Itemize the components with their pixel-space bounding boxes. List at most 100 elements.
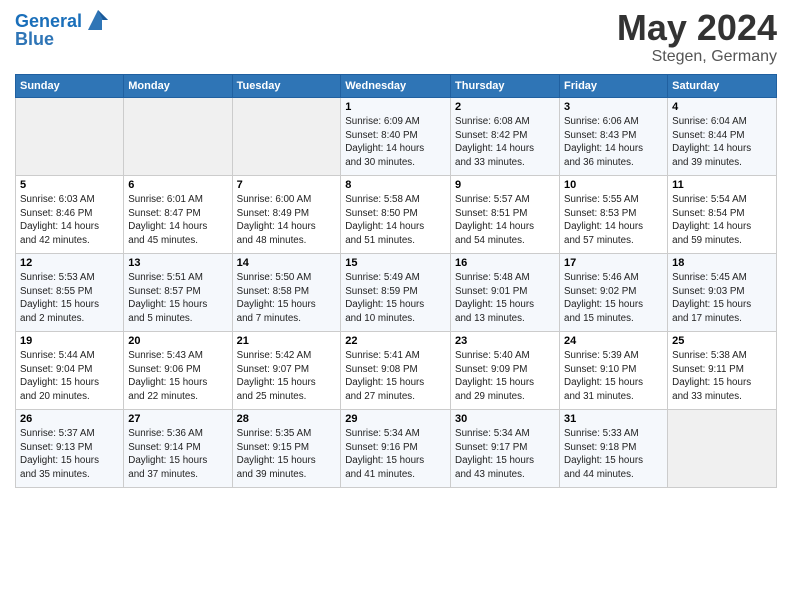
- calendar-cell: 3 Sunrise: 6:06 AM Sunset: 8:43 PM Daylig…: [560, 98, 668, 176]
- day-info: Sunrise: 5:44 AM Sunset: 9:04 PM Dayligh…: [20, 349, 119, 404]
- day-info: Sunrise: 6:01 AM Sunset: 8:47 PM Dayligh…: [128, 193, 227, 248]
- calendar-cell: 22 Sunrise: 5:41 AM Sunset: 9:08 PM Dayli…: [341, 332, 451, 410]
- day-number: 13: [128, 257, 227, 269]
- calendar-cell: 26 Sunrise: 5:37 AM Sunset: 9:13 PM Dayli…: [16, 410, 124, 488]
- weekday-header: Monday: [124, 75, 232, 98]
- day-info: Sunrise: 5:46 AM Sunset: 9:02 PM Dayligh…: [564, 271, 663, 326]
- calendar-cell: 12 Sunrise: 5:53 AM Sunset: 8:55 PM Dayli…: [16, 254, 124, 332]
- day-number: 22: [345, 335, 446, 347]
- weekday-header: Saturday: [668, 75, 777, 98]
- day-number: 12: [20, 257, 119, 269]
- day-number: 20: [128, 335, 227, 347]
- day-info: Sunrise: 6:00 AM Sunset: 8:49 PM Dayligh…: [237, 193, 337, 248]
- day-info: Sunrise: 5:45 AM Sunset: 9:03 PM Dayligh…: [672, 271, 772, 326]
- calendar-cell: 7 Sunrise: 6:00 AM Sunset: 8:49 PM Daylig…: [232, 176, 341, 254]
- day-number: 3: [564, 101, 663, 113]
- day-number: 11: [672, 179, 772, 191]
- day-number: 16: [455, 257, 555, 269]
- day-number: 1: [345, 101, 446, 113]
- day-number: 7: [237, 179, 337, 191]
- calendar-week-row: 12 Sunrise: 5:53 AM Sunset: 8:55 PM Dayli…: [16, 254, 777, 332]
- day-info: Sunrise: 5:34 AM Sunset: 9:17 PM Dayligh…: [455, 427, 555, 482]
- day-number: 21: [237, 335, 337, 347]
- calendar-week-row: 5 Sunrise: 6:03 AM Sunset: 8:46 PM Daylig…: [16, 176, 777, 254]
- day-info: Sunrise: 5:54 AM Sunset: 8:54 PM Dayligh…: [672, 193, 772, 248]
- day-info: Sunrise: 5:37 AM Sunset: 9:13 PM Dayligh…: [20, 427, 119, 482]
- weekday-header: Friday: [560, 75, 668, 98]
- day-info: Sunrise: 6:03 AM Sunset: 8:46 PM Dayligh…: [20, 193, 119, 248]
- day-number: 31: [564, 413, 663, 425]
- calendar-cell: 2Sunrise: 6:08 AM Sunset: 8:42 PM Daylig…: [451, 98, 560, 176]
- weekday-header: Thursday: [451, 75, 560, 98]
- calendar-cell: 14 Sunrise: 5:50 AM Sunset: 8:58 PM Dayli…: [232, 254, 341, 332]
- day-number: 10: [564, 179, 663, 191]
- day-number: 5: [20, 179, 119, 191]
- page-container: General Blue May 2024 Stegen, Germany Su…: [0, 0, 792, 498]
- calendar-cell: 19 Sunrise: 5:44 AM Sunset: 9:04 PM Dayli…: [16, 332, 124, 410]
- calendar-cell: 4 Sunrise: 6:04 AM Sunset: 8:44 PM Daylig…: [668, 98, 777, 176]
- day-number: 25: [672, 335, 772, 347]
- calendar-cell: [232, 98, 341, 176]
- weekday-header-row: SundayMondayTuesdayWednesdayThursdayFrid…: [16, 75, 777, 98]
- weekday-header: Wednesday: [341, 75, 451, 98]
- day-info: Sunrise: 5:50 AM Sunset: 8:58 PM Dayligh…: [237, 271, 337, 326]
- calendar-week-row: 26 Sunrise: 5:37 AM Sunset: 9:13 PM Dayli…: [16, 410, 777, 488]
- calendar-cell: 24Sunrise: 5:39 AM Sunset: 9:10 PM Dayli…: [560, 332, 668, 410]
- calendar-cell: 11 Sunrise: 5:54 AM Sunset: 8:54 PM Dayli…: [668, 176, 777, 254]
- calendar-cell: 25Sunrise: 5:38 AM Sunset: 9:11 PM Dayli…: [668, 332, 777, 410]
- day-number: 14: [237, 257, 337, 269]
- location-subtitle: Stegen, Germany: [617, 48, 777, 66]
- day-info: Sunrise: 5:42 AM Sunset: 9:07 PM Dayligh…: [237, 349, 337, 404]
- calendar-week-row: 19 Sunrise: 5:44 AM Sunset: 9:04 PM Dayli…: [16, 332, 777, 410]
- day-number: 19: [20, 335, 119, 347]
- day-info: Sunrise: 6:06 AM Sunset: 8:43 PM Dayligh…: [564, 115, 663, 170]
- day-number: 6: [128, 179, 227, 191]
- day-number: 29: [345, 413, 446, 425]
- logo-blue: Blue: [15, 30, 54, 50]
- day-info: Sunrise: 5:34 AM Sunset: 9:16 PM Dayligh…: [345, 427, 446, 482]
- calendar-cell: 23 Sunrise: 5:40 AM Sunset: 9:09 PM Dayli…: [451, 332, 560, 410]
- day-info: Sunrise: 5:48 AM Sunset: 9:01 PM Dayligh…: [455, 271, 555, 326]
- day-number: 15: [345, 257, 446, 269]
- day-number: 27: [128, 413, 227, 425]
- calendar-cell: 17 Sunrise: 5:46 AM Sunset: 9:02 PM Dayli…: [560, 254, 668, 332]
- day-number: 8: [345, 179, 446, 191]
- logo-icon: [84, 6, 112, 34]
- calendar-cell: 9Sunrise: 5:57 AM Sunset: 8:51 PM Daylig…: [451, 176, 560, 254]
- logo: General Blue: [15, 10, 112, 50]
- calendar-week-row: 1 Sunrise: 6:09 AM Sunset: 8:40 PM Daylig…: [16, 98, 777, 176]
- day-number: 4: [672, 101, 772, 113]
- day-info: Sunrise: 5:41 AM Sunset: 9:08 PM Dayligh…: [345, 349, 446, 404]
- day-info: Sunrise: 5:35 AM Sunset: 9:15 PM Dayligh…: [237, 427, 337, 482]
- day-number: 2: [455, 101, 555, 113]
- calendar-cell: 8Sunrise: 5:58 AM Sunset: 8:50 PM Daylig…: [341, 176, 451, 254]
- day-number: 17: [564, 257, 663, 269]
- day-info: Sunrise: 5:53 AM Sunset: 8:55 PM Dayligh…: [20, 271, 119, 326]
- calendar-cell: 5 Sunrise: 6:03 AM Sunset: 8:46 PM Daylig…: [16, 176, 124, 254]
- day-info: Sunrise: 5:36 AM Sunset: 9:14 PM Dayligh…: [128, 427, 227, 482]
- day-info: Sunrise: 6:04 AM Sunset: 8:44 PM Dayligh…: [672, 115, 772, 170]
- day-info: Sunrise: 6:09 AM Sunset: 8:40 PM Dayligh…: [345, 115, 446, 170]
- calendar-cell: 10Sunrise: 5:55 AM Sunset: 8:53 PM Dayli…: [560, 176, 668, 254]
- calendar-cell: 16 Sunrise: 5:48 AM Sunset: 9:01 PM Dayli…: [451, 254, 560, 332]
- calendar-cell: 18 Sunrise: 5:45 AM Sunset: 9:03 PM Dayli…: [668, 254, 777, 332]
- calendar-cell: 20Sunrise: 5:43 AM Sunset: 9:06 PM Dayli…: [124, 332, 232, 410]
- weekday-header: Sunday: [16, 75, 124, 98]
- day-info: Sunrise: 5:33 AM Sunset: 9:18 PM Dayligh…: [564, 427, 663, 482]
- day-number: 28: [237, 413, 337, 425]
- calendar-cell: 13Sunrise: 5:51 AM Sunset: 8:57 PM Dayli…: [124, 254, 232, 332]
- calendar-cell: 29 Sunrise: 5:34 AM Sunset: 9:16 PM Dayli…: [341, 410, 451, 488]
- day-number: 30: [455, 413, 555, 425]
- day-number: 18: [672, 257, 772, 269]
- day-number: 9: [455, 179, 555, 191]
- day-info: Sunrise: 5:40 AM Sunset: 9:09 PM Dayligh…: [455, 349, 555, 404]
- calendar-cell: 28 Sunrise: 5:35 AM Sunset: 9:15 PM Dayli…: [232, 410, 341, 488]
- day-info: Sunrise: 5:49 AM Sunset: 8:59 PM Dayligh…: [345, 271, 446, 326]
- day-number: 26: [20, 413, 119, 425]
- calendar-cell: 27 Sunrise: 5:36 AM Sunset: 9:14 PM Dayli…: [124, 410, 232, 488]
- calendar-table: SundayMondayTuesdayWednesdayThursdayFrid…: [15, 74, 777, 488]
- day-number: 23: [455, 335, 555, 347]
- day-number: 24: [564, 335, 663, 347]
- month-title: May 2024: [617, 10, 777, 46]
- calendar-cell: [16, 98, 124, 176]
